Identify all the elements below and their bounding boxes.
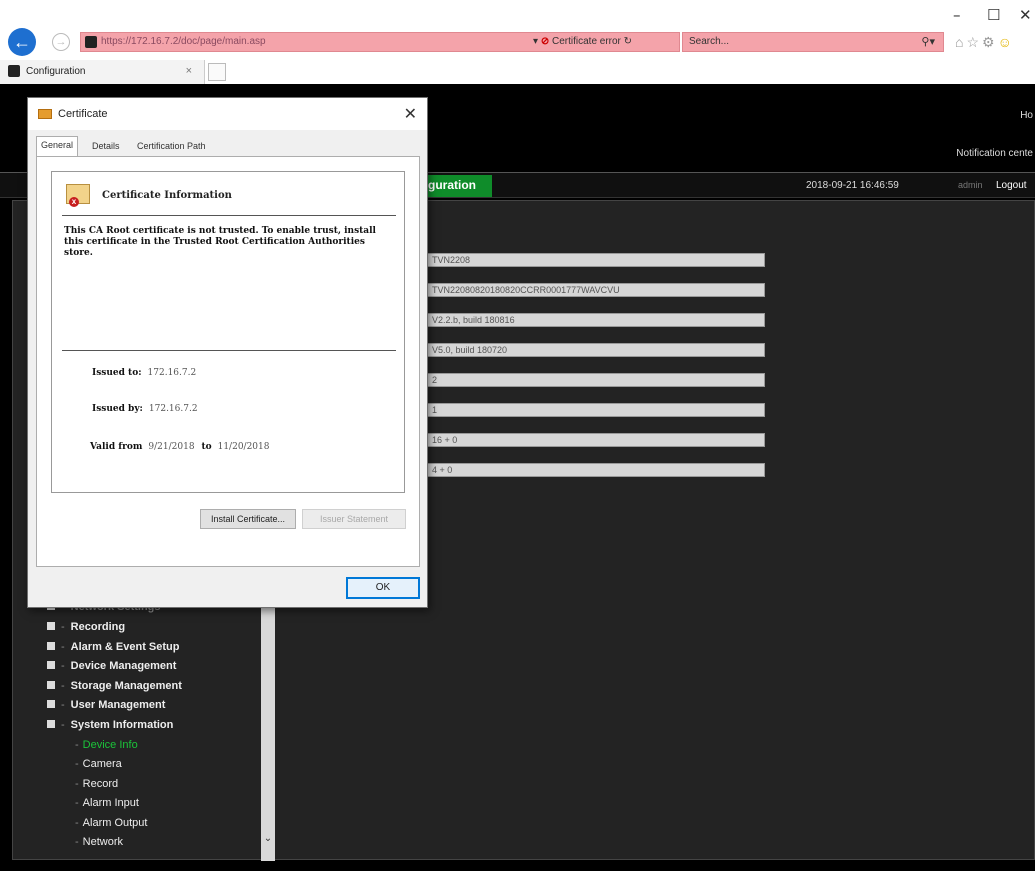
close-tab-icon[interactable]: × (186, 65, 192, 77)
sidebar-item-alarm-event-setup[interactable]: - Alarm & Event Setup (47, 641, 179, 659)
tab-configuration[interactable]: Configuration × (0, 60, 205, 84)
install-certificate-button[interactable]: Install Certificate... (200, 509, 296, 529)
issuer-statement-button[interactable]: Issuer Statement (302, 509, 406, 529)
channels-field: 16 + 0 (427, 433, 765, 447)
info-heading: Certificate Information (102, 190, 232, 201)
device-name-field: TVN2208 (427, 253, 765, 267)
expand-icon[interactable] (47, 681, 55, 689)
sidebar-item-recording[interactable]: - Recording (47, 621, 125, 639)
address-bar[interactable]: https://172.16.7.2/doc/page/main.asp ▾ ⊘… (80, 32, 680, 52)
issued-to-line: Issued to: 172.16.7.2 (92, 368, 197, 378)
close-window-button[interactable]: ✕ (1019, 6, 1032, 24)
tab-favicon-icon (8, 65, 20, 77)
refresh-icon[interactable]: ↻ (624, 36, 632, 47)
search-input[interactable]: Search... ⚲▾ (682, 32, 944, 52)
sidebar-item-user-management[interactable]: - User Management (47, 699, 165, 717)
expand-icon[interactable] (47, 700, 55, 708)
back-button[interactable]: ← (8, 28, 36, 56)
chevron-down-icon[interactable]: ⌄ (261, 833, 275, 847)
collapse-icon[interactable] (47, 720, 55, 728)
logout-link[interactable]: Logout (996, 180, 1027, 191)
certificate-warning-icon: x (66, 184, 90, 207)
address-url[interactable]: https://172.16.7.2/doc/page/main.asp (101, 36, 266, 47)
certificate-info-box: x Certificate Information This CA Root c… (51, 171, 405, 493)
gear-icon[interactable]: ⚙ (982, 34, 998, 50)
sidebar-child-record[interactable]: - Record (75, 778, 118, 796)
sidebar-child-camera[interactable]: - Camera (75, 758, 122, 776)
sidebar-tree: -Network Settings -Recording -Alarm & Ev… (17, 601, 275, 861)
expand-icon[interactable] (47, 622, 55, 630)
datetime-display: 2018-09-21 16:46:59 (806, 180, 899, 191)
sidebar-item-storage-management[interactable]: - Storage Management (47, 680, 182, 698)
ok-button[interactable]: OK (346, 577, 420, 599)
sidebar-item-device-management[interactable]: - Device Management (47, 660, 176, 678)
trust-message: This CA Root certificate is not trusted.… (64, 226, 376, 258)
alarm-outputs-field: 1 (427, 403, 765, 417)
address-row: ← → https://172.16.7.2/doc/page/main.asp… (0, 28, 1035, 58)
sidebar-child-device-info[interactable]: - Device Info (75, 739, 138, 757)
site-favicon-icon (85, 36, 97, 48)
sidebar-child-alarm-input[interactable]: - Alarm Input (75, 797, 139, 815)
tab-bar: Configuration × (0, 60, 1035, 84)
tab-general[interactable]: General (36, 136, 79, 157)
validity-line: Valid from 9/21/2018 to 11/20/2018 (90, 442, 270, 452)
notification-center-link[interactable]: Notification cente (956, 148, 1033, 159)
forward-button[interactable]: → (52, 33, 70, 51)
certificate-error-button[interactable]: ▾ ⊘ Certificate error ↻ (533, 36, 632, 47)
expand-icon[interactable] (47, 661, 55, 669)
disks-field: 4 + 0 (427, 463, 765, 477)
star-icon[interactable]: ☆ (966, 34, 982, 50)
minimize-button[interactable]: – (953, 6, 961, 24)
web-version-field: V5.0, build 180720 (427, 343, 765, 357)
serial-number-field: TVN22080820180820CCRR0001777WAVCVU (427, 283, 765, 297)
shield-error-icon: ⊘ (540, 36, 550, 47)
maximize-button[interactable]: ☐ (987, 6, 1000, 24)
certificate-icon (38, 109, 52, 119)
close-icon[interactable]: ✕ (404, 104, 417, 123)
dialog-title: Certificate (58, 108, 108, 120)
sidebar-child-alarm-output[interactable]: - Alarm Output (75, 817, 147, 835)
certificate-error-label: Certificate error (551, 36, 621, 47)
general-tab-panel: x Certificate Information This CA Root c… (36, 156, 420, 567)
sidebar-child-network[interactable]: - Network (75, 836, 123, 854)
smiley-icon[interactable]: ☺ (998, 34, 1015, 50)
home-icon[interactable]: ⌂ (955, 34, 966, 50)
firmware-version-field: V2.2.b, build 180816 (427, 313, 765, 327)
nav-configuration-tab[interactable]: guration (422, 175, 492, 197)
expand-icon[interactable] (47, 642, 55, 650)
tab-details[interactable]: Details (88, 138, 124, 156)
alarm-inputs-field: 2 (427, 373, 765, 387)
search-icon[interactable]: ⚲▾ (921, 35, 935, 48)
certificate-dialog: Certificate ✕ General Details Certificat… (27, 97, 428, 608)
divider (62, 350, 396, 351)
search-placeholder: Search... (689, 36, 730, 47)
home-link[interactable]: Ho (1020, 110, 1033, 121)
new-tab-button[interactable] (208, 63, 226, 81)
tab-certification-path[interactable]: Certification Path (133, 138, 210, 156)
divider (62, 215, 396, 216)
dialog-title-bar[interactable]: Certificate ✕ (28, 98, 427, 130)
username-label: admin (958, 180, 983, 190)
toolbar-icons: ⌂☆⚙☺ (955, 34, 1015, 51)
issued-by-line: Issued by: 172.16.7.2 (92, 404, 198, 414)
tab-title: Configuration (26, 66, 86, 77)
sidebar-scrollbar[interactable]: ⌄ (261, 601, 275, 861)
sidebar-item-system-information[interactable]: - System Information (47, 719, 173, 737)
window-controls: – ☐ ✕ (945, 6, 1035, 28)
